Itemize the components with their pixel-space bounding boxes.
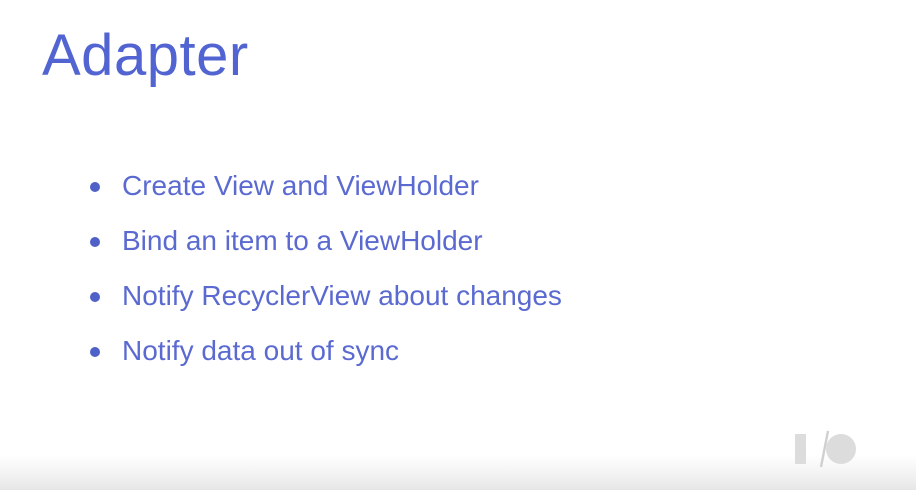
bullet-dot-icon xyxy=(90,347,100,357)
bullet-dot-icon xyxy=(90,292,100,302)
bullet-dot-icon xyxy=(90,237,100,247)
slide: Adapter Create View and ViewHolder Bind … xyxy=(0,0,916,490)
bullet-dot-icon xyxy=(90,182,100,192)
slide-title: Adapter xyxy=(42,23,249,88)
bullet-text: Create View and ViewHolder xyxy=(122,170,479,201)
bullet-text: Notify RecyclerView about changes xyxy=(122,280,562,311)
google-io-logo-icon xyxy=(795,430,856,468)
bullet-text: Bind an item to a ViewHolder xyxy=(122,225,483,256)
bullet-text: Notify data out of sync xyxy=(122,335,400,366)
